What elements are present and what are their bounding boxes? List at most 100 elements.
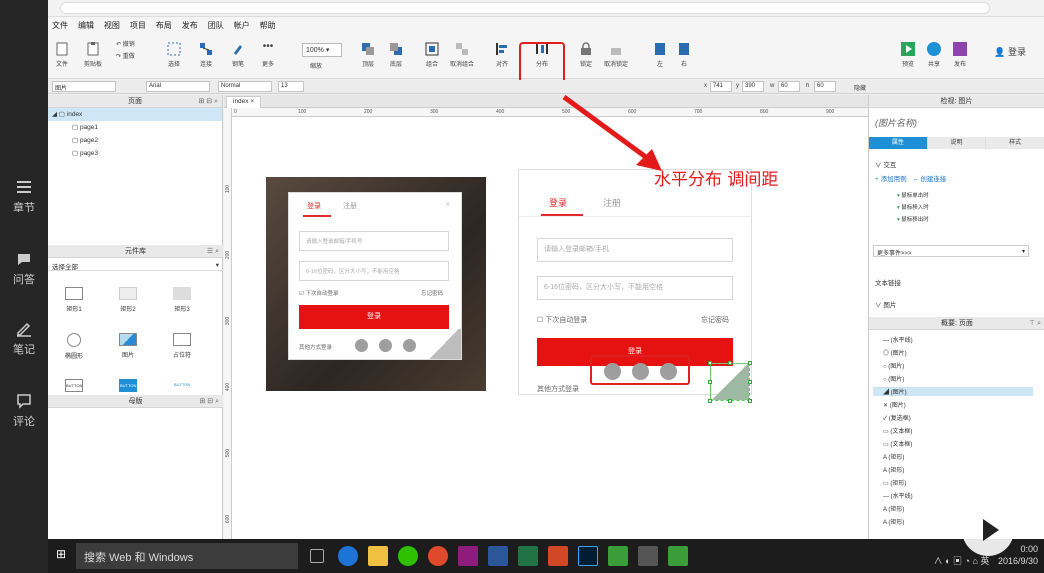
tab-style[interactable]: 样式 (986, 137, 1044, 149)
filter-icon[interactable]: ⊤ ⌕ (1029, 317, 1041, 330)
tab-notes[interactable]: 说明 (927, 137, 987, 149)
widget-button2[interactable]: BUTTON (108, 379, 148, 396)
resize-handle[interactable] (748, 399, 752, 403)
recorder-icon[interactable] (668, 546, 688, 566)
font-select[interactable]: Arial (146, 81, 210, 92)
outline-item[interactable]: ✕ (图片) (883, 400, 906, 409)
resize-handle[interactable] (708, 399, 712, 403)
interaction-section[interactable]: ∨ 交互 (875, 159, 896, 169)
page-tree-item[interactable]: ▢ page1 (48, 121, 222, 134)
send-bottom-button[interactable]: 底层 (388, 41, 404, 68)
tab-properties[interactable]: 属性 (869, 137, 928, 149)
lock-button[interactable]: 锁定 (578, 41, 594, 68)
redo-button[interactable]: ↷ 重做 (116, 51, 135, 60)
design-canvas[interactable]: index × 0 100 200 300 400 500 600 700 80… (224, 95, 868, 539)
outline-item[interactable]: ○ (图片) (883, 361, 904, 370)
menu-view[interactable]: 视图 (100, 17, 124, 34)
masters-actions-icon[interactable]: ⊞ ⊟ ⌕ (199, 395, 219, 408)
library-filter-select[interactable]: 选择全部 ▾ (48, 258, 223, 271)
clipboard-button[interactable]: 剪贴板 (84, 41, 102, 68)
widget-image[interactable]: 图片 (108, 333, 148, 359)
connect-button[interactable]: 连接 (198, 41, 214, 68)
bring-top-button[interactable]: 顶层 (360, 41, 376, 68)
chrome-icon[interactable] (428, 546, 448, 566)
chapters-button[interactable]: 章节 (0, 178, 48, 215)
menu-help[interactable]: 帮助 (256, 17, 280, 34)
align-button[interactable]: 对齐 (494, 41, 510, 68)
menu-publish[interactable]: 发布 (178, 17, 202, 34)
page-tree-item[interactable]: ▢ page3 (48, 147, 222, 160)
widget-name-field[interactable]: (图片名称) (875, 116, 917, 129)
widget-ellipse[interactable]: 椭圆形 (54, 333, 94, 360)
menu-team[interactable]: 团队 (204, 17, 228, 34)
tab-index[interactable]: index × (226, 96, 262, 108)
resize-handle[interactable] (748, 361, 752, 365)
event-mouseleave[interactable]: ▾ 鼠标移出时 (897, 215, 929, 223)
resize-handle[interactable] (728, 361, 732, 365)
menu-project[interactable]: 项目 (126, 17, 150, 34)
w-input[interactable]: 60 (778, 81, 800, 92)
forgot-password-link[interactable]: 忘记密码 (701, 315, 729, 325)
hidden-checkbox-label[interactable]: 隐藏 (854, 83, 866, 92)
camtasia-icon[interactable] (608, 546, 628, 566)
publish-button[interactable]: 发布 (952, 41, 968, 68)
select-button[interactable]: 选择 (166, 41, 182, 68)
outline-item[interactable]: ▭ (矩形) (883, 478, 906, 487)
resize-handle[interactable] (708, 361, 712, 365)
calculator-icon[interactable] (638, 546, 658, 566)
library-menu-icon[interactable]: ☰ ⌕ (207, 245, 219, 258)
font-size-select[interactable]: 13 (278, 81, 304, 92)
event-onclick[interactable]: ▾ 鼠标单击时 (897, 191, 929, 199)
pen-button[interactable]: 钢笔 (230, 41, 246, 68)
axure-icon[interactable] (458, 546, 478, 566)
ungroup-button[interactable]: 取消组合 (450, 41, 474, 68)
image-section[interactable]: ∨ 图片 (875, 299, 896, 309)
more-button[interactable]: ••• 更多 (260, 41, 276, 68)
left-button[interactable]: 左 (652, 41, 668, 68)
tray-icons[interactable]: ∧ ◐ ▣ ◔ ⌂ (934, 556, 981, 566)
outline-item[interactable]: ◎ (图片) (883, 348, 907, 357)
share-button[interactable]: 共享 (926, 41, 942, 68)
task-view-icon[interactable] (310, 549, 324, 563)
menu-edit[interactable]: 编辑 (74, 17, 98, 34)
windows-start-icon[interactable]: ⊞ (56, 547, 66, 561)
powerpoint-icon[interactable] (548, 546, 568, 566)
menu-layout[interactable]: 布局 (152, 17, 176, 34)
group-button[interactable]: 组合 (424, 41, 440, 68)
x-input[interactable]: 741 (710, 81, 732, 92)
qa-button[interactable]: 问答 (0, 250, 48, 287)
page-tree-root[interactable]: ◢ ▢ index (48, 108, 222, 121)
widget-rect2[interactable]: 矩形2 (108, 287, 148, 313)
h-input[interactable]: 60 (814, 81, 836, 92)
outline-item-selected[interactable]: ◢ (图片) (873, 387, 1033, 396)
outline-item[interactable]: A (矩形) (883, 452, 904, 461)
resize-handle[interactable] (728, 399, 732, 403)
more-events-select[interactable]: 更多事件>>> ▾ (873, 245, 1029, 257)
widget-rect1[interactable]: 矩形1 (54, 287, 94, 313)
resize-handle[interactable] (748, 380, 752, 384)
explorer-icon[interactable] (368, 546, 388, 566)
password-input[interactable]: 6-16位密码，区分大小写，不能用空格 (537, 276, 733, 300)
add-case-link[interactable]: 添加用例 (881, 176, 907, 183)
address-bar[interactable] (60, 2, 990, 14)
page-tree-item[interactable]: ▢ page2 (48, 134, 222, 147)
selected-qr-image[interactable] (708, 361, 752, 403)
excel-icon[interactable] (518, 546, 538, 566)
outline-item[interactable]: A (矩形) (883, 517, 904, 526)
widget-placeholder[interactable]: 占位符 (162, 333, 202, 359)
resize-handle[interactable] (708, 380, 712, 384)
outline-item[interactable]: A (矩形) (883, 465, 904, 474)
menu-file[interactable]: 文件 (48, 17, 72, 34)
video-play-button[interactable] (962, 504, 1014, 556)
widget-rect3[interactable]: 矩形3 (162, 287, 202, 313)
notes-button[interactable]: 笔记 (0, 320, 48, 357)
outline-item[interactable]: ▭ (文本框) (883, 439, 912, 448)
outline-item[interactable]: ✓ (复选框) (883, 413, 911, 422)
outline-item[interactable]: A (矩形) (883, 504, 904, 513)
zoom-select[interactable]: 100% ▾ (302, 43, 342, 57)
ime-indicator[interactable]: 英 (980, 556, 989, 566)
edge-icon[interactable] (338, 546, 358, 566)
close-icon[interactable]: × (250, 98, 254, 105)
outline-item[interactable]: — (水平线) (883, 491, 913, 500)
register-tab[interactable]: 注册 (603, 196, 621, 209)
